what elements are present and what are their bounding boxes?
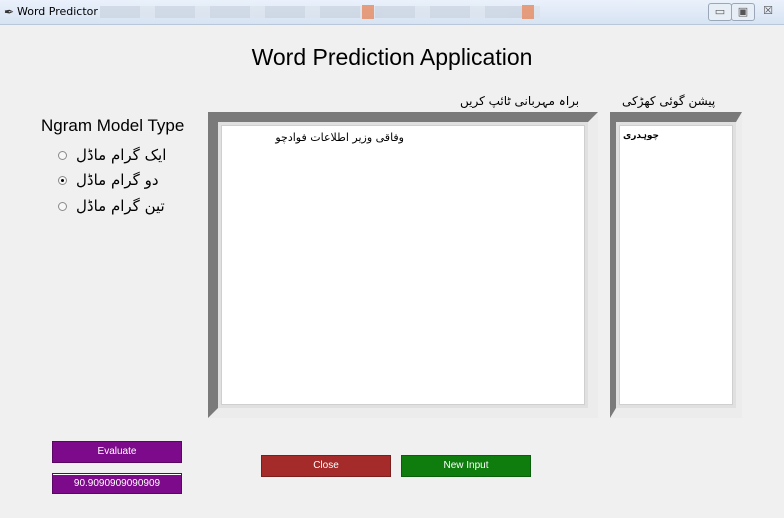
window-title: Word Predictor [17,5,98,18]
text-input-area[interactable]: وفاقی وزیر اطلاعات فوادچو [221,125,585,405]
tab-icon [362,5,374,19]
radio-label: دو گرام ماڈل [76,171,159,189]
radio-button[interactable] [58,150,67,160]
input-text: وفاقی وزیر اطلاعات فوادچو [275,131,404,144]
title-bar: ✒ Word Predictor ▭ ▣ ☒ [0,0,784,25]
new-input-button[interactable]: New Input [401,455,531,477]
radio-button[interactable] [58,201,67,211]
tab-icon [522,5,534,19]
prediction-frame: چوہدری [610,112,742,418]
feather-icon: ✒ [4,5,15,19]
radio-label: تین گرام ماڈل [76,197,165,215]
score-display: 90.9090909090909 [52,473,182,494]
ngram-model-title: Ngram Model Type [41,116,185,135]
input-frame: وفاقی وزیر اطلاعات فوادچو [208,112,598,418]
radio-button[interactable] [58,175,67,185]
evaluate-button[interactable]: Evaluate [52,441,182,463]
radio-unigram[interactable]: ایک گرام ماڈل [58,145,166,165]
radio-bigram[interactable]: دو گرام ماڈل [58,170,159,190]
prediction-list[interactable]: چوہدری [619,125,733,405]
page-title: Word Prediction Application [251,44,533,70]
close-button[interactable]: Close [261,455,391,477]
input-label: براہ مہربانی ٹائپ کریں [460,94,580,108]
prediction-item[interactable]: چوہدری [623,131,659,141]
close-window-button[interactable]: ☒ [757,3,779,19]
radio-trigram[interactable]: تین گرام ماڈل [58,196,165,216]
radio-label: ایک گرام ماڈل [76,146,167,164]
maximize-button[interactable]: ▣ [731,3,755,21]
minimize-button[interactable]: ▭ [708,3,732,21]
prediction-label: پیشن گوئی کھڑکی [622,94,716,108]
taskbar-tabs [100,5,540,19]
